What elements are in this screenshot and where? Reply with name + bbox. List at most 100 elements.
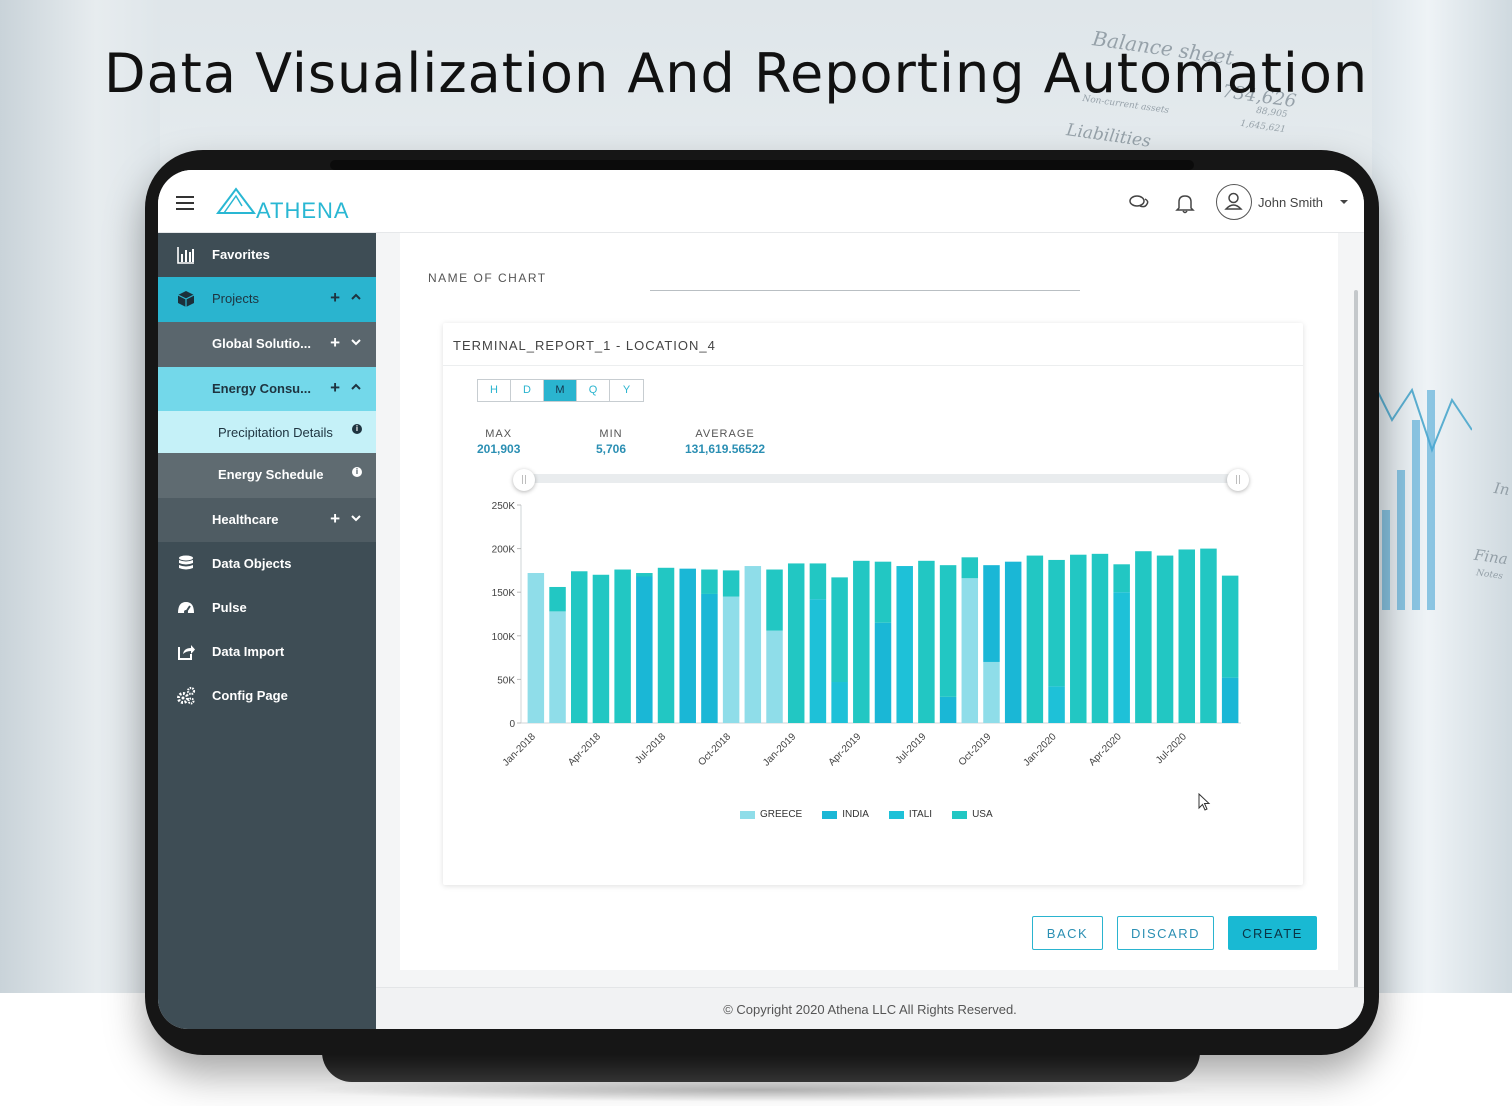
athena-logo[interactable]: ATHENA (216, 186, 376, 223)
bell-icon[interactable] (1174, 192, 1196, 214)
bar-segment-usa (636, 573, 653, 577)
gears-icon (177, 686, 196, 705)
legend-swatch (822, 810, 838, 819)
sidebar-item-energy-consumption[interactable]: Energy Consu... + (158, 367, 376, 411)
granularity-hour-button[interactable]: H (478, 380, 511, 401)
stat-value: 131,619.56522 (685, 442, 766, 456)
legend-item-india[interactable]: INDIA (822, 809, 869, 820)
sidebar-item-config-page[interactable]: Config Page (158, 674, 376, 718)
scrollbar[interactable] (1354, 290, 1358, 990)
x-tick-label: Jul-2020 (1154, 731, 1189, 766)
legend-label: USA (972, 809, 993, 820)
sidebar-item-label: Precipitation Details (218, 425, 333, 440)
background-text: 1,645,621 (1239, 118, 1287, 136)
sidebar-item-precipitation-details[interactable]: Precipitation Details i (158, 411, 376, 453)
legend-label: GREECE (760, 809, 803, 820)
plus-icon[interactable]: + (330, 378, 340, 398)
bar-segment-usa (722, 570, 740, 597)
bar-segment-usa (592, 574, 610, 723)
user-avatar[interactable] (1216, 184, 1252, 220)
legend-swatch (888, 810, 904, 819)
bar-segment-itali (809, 599, 827, 723)
chevron-down-icon[interactable] (350, 512, 362, 524)
x-tick-label: Jul-2018 (633, 731, 668, 766)
granularity-year-button[interactable]: Y (610, 380, 643, 401)
date-range-slider[interactable] (523, 474, 1248, 483)
bar-segment-india (939, 696, 957, 723)
chevron-up-icon[interactable] (350, 381, 362, 393)
hamburger-menu-icon[interactable] (176, 196, 194, 210)
sidebar-item-label: Healthcare (212, 512, 279, 527)
create-button[interactable]: CREATE (1228, 916, 1317, 950)
x-tick-label: Jan-2018 (501, 731, 539, 769)
sidebar-item-healthcare[interactable]: Healthcare + (158, 498, 376, 542)
granularity-month-button[interactable]: M (544, 380, 577, 401)
bar-segment-greece (766, 630, 783, 723)
bar-segment-india (679, 568, 696, 723)
legend-swatch (740, 810, 755, 819)
bar-segment-usa (1135, 551, 1152, 723)
bar-segment-india (701, 593, 718, 723)
sidebar-item-label: Favorites (212, 247, 270, 262)
sidebar-item-pulse[interactable]: Pulse (158, 586, 376, 630)
sidebar-item-data-objects[interactable]: Data Objects (158, 542, 376, 586)
info-icon[interactable]: i (352, 467, 362, 477)
plus-icon[interactable]: + (330, 509, 340, 529)
stat-label: AVERAGE (695, 428, 755, 440)
legend-label: ITALI (908, 809, 933, 820)
legend-item-usa[interactable]: USA (952, 809, 993, 820)
tablet-top-edge (330, 160, 1194, 170)
range-end-handle[interactable]: || (1227, 469, 1249, 491)
x-tick-label: Apr-2020 (1087, 731, 1124, 768)
sidebar-item-label: Energy Consu... (212, 381, 311, 396)
plus-icon[interactable]: + (330, 288, 340, 308)
bar-segment-usa (939, 565, 957, 697)
granularity-day-button[interactable]: D (511, 380, 544, 401)
legend-swatch (952, 810, 968, 819)
discard-button[interactable]: DISCARD (1117, 916, 1214, 950)
granularity-quarter-button[interactable]: Q (577, 380, 610, 401)
sidebar-item-data-import[interactable]: Data Import (158, 630, 376, 674)
bar-chart-icon (177, 247, 194, 264)
sidebar-item-label: Pulse (212, 600, 247, 615)
bar-segment-usa (918, 560, 935, 723)
x-tick-label: Jan-2019 (761, 731, 799, 769)
stat-label: MIN (599, 428, 623, 440)
bar-segment-itali (831, 682, 848, 723)
sidebar-item-energy-schedule[interactable]: Energy Schedule i (158, 453, 376, 498)
chart-name-input[interactable] (650, 290, 1080, 291)
bar-segment-usa (549, 586, 566, 612)
bar-segment-greece (722, 596, 740, 723)
top-bar: ATHENA John Smith (158, 170, 1364, 233)
bar-segment-greece (744, 566, 762, 723)
stat-label: MAX (485, 428, 513, 440)
logo-text: ATHENA (256, 198, 350, 223)
legend-item-itali[interactable]: ITALI (888, 809, 933, 820)
sidebar-item-projects[interactable]: Projects + (158, 277, 376, 322)
y-tick-label: 100K (492, 632, 516, 643)
plus-icon[interactable]: + (330, 333, 340, 353)
user-name[interactable]: John Smith (1258, 195, 1323, 210)
back-button[interactable]: BACK (1032, 916, 1103, 950)
x-tick-label: Jul-2019 (894, 731, 929, 766)
chevron-up-icon[interactable] (350, 291, 362, 303)
chat-icon[interactable] (1128, 192, 1150, 214)
stat-max: MAX 201,903 (477, 428, 520, 456)
bar-segment-india (874, 622, 892, 723)
sidebar-item-favorites[interactable]: Favorites (158, 233, 376, 277)
user-menu-caret-icon[interactable] (1340, 200, 1348, 204)
sidebar-item-label: Projects (212, 291, 259, 306)
sidebar-item-global-solutions[interactable]: Global Solutio... + (158, 322, 376, 367)
sidebar: Favorites Projects + Global Solutio... +… (158, 233, 376, 1029)
bar-segment-itali (896, 566, 913, 723)
y-tick-label: 0 (509, 719, 515, 730)
bar-segment-greece (549, 611, 566, 723)
chevron-down-icon[interactable] (350, 336, 362, 348)
x-tick-label: Apr-2018 (566, 731, 603, 768)
bar-segment-usa (853, 560, 870, 723)
footer-copyright: © Copyright 2020 Athena LLC All Rights R… (376, 987, 1364, 1029)
range-start-handle[interactable]: || (513, 469, 535, 491)
info-icon[interactable]: i (352, 424, 362, 434)
bar-segment-usa (1091, 553, 1109, 723)
legend-item-greece[interactable]: GREECE (740, 809, 802, 820)
